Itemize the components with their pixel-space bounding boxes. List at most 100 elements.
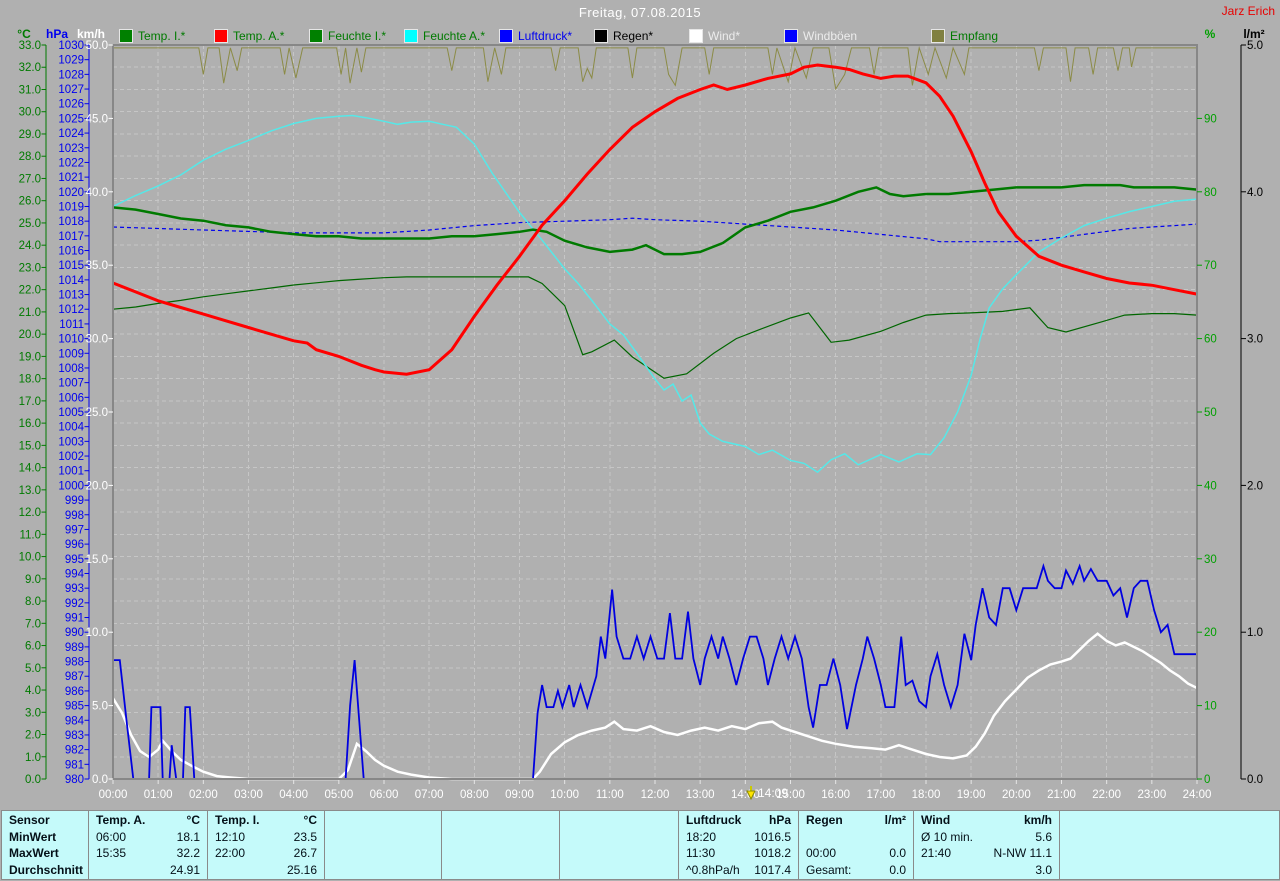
col-unit: l/m² <box>884 813 906 828</box>
axis-title-hpa: hPa <box>46 27 68 41</box>
axis-title-temp_c: °C <box>17 27 31 41</box>
axis-tick-label: 90 <box>1204 113 1217 125</box>
axis-tick-label: 17.0 <box>19 396 41 408</box>
cell-value: 0.0 <box>889 846 906 861</box>
axis-tick-label: 1006 <box>58 392 84 404</box>
axis-tick-label: 5.0 <box>25 663 41 675</box>
axis-tick-label: 1.0 <box>1247 627 1263 639</box>
axis-tick-label: 11.0 <box>19 529 41 541</box>
axis-tick-label: 1026 <box>58 99 84 111</box>
axis-tick-label: 993 <box>65 583 84 595</box>
cell-value: 25.16 <box>286 862 317 877</box>
axis-tick-label: 1013 <box>58 290 84 302</box>
axis-tick-label: 30.0 <box>86 334 108 346</box>
axis-tick-label: 3.0 <box>1247 334 1263 346</box>
cell-value: 24.91 <box>169 862 200 877</box>
axis-tick-label: 1030 <box>58 40 84 52</box>
axis-title-kmh: km/h <box>77 27 105 41</box>
axis-tick-label: 15.0 <box>19 440 41 452</box>
axis-tick-label: 23.0 <box>19 262 41 274</box>
axis-tick-label: 998 <box>65 510 84 522</box>
axis-tick-label: 988 <box>65 657 84 669</box>
table-col-row-labels: Sensor MinWert MaxWert Durchschnitt <box>2 811 89 879</box>
cell-label: ^0.8hPa/h <box>686 862 740 877</box>
axis-tick-label: 45.0 <box>86 113 108 125</box>
axis-tick-label: 1012 <box>58 304 84 316</box>
cell-label: Ø 10 min. <box>921 829 974 844</box>
table-col-regen: Regen l/m² 00:00 0.0 Gesamt: 0.0 <box>799 811 914 879</box>
x-tick-label: 22:00 <box>1092 789 1121 801</box>
axis-tick-label: 1000 <box>58 480 84 492</box>
axis-tick-label: 987 <box>65 671 84 683</box>
col-unit: km/h <box>1023 813 1052 828</box>
table-row-label: MaxWert <box>9 846 59 861</box>
axis-tick-label: 990 <box>65 627 84 639</box>
axis-title-pct: % <box>1205 27 1216 41</box>
axis-tick-label: 4.0 <box>1247 187 1263 199</box>
axis-tick-label: 10.0 <box>19 552 41 564</box>
table-col-empty-1 <box>325 811 442 879</box>
axis-tick-label: 4.0 <box>25 685 41 697</box>
axis-tick-label: 1004 <box>58 422 84 434</box>
axis-tick-label: 986 <box>65 686 84 698</box>
axis-tick-label: 2.0 <box>25 730 41 742</box>
axis-tick-label: 13.0 <box>19 485 41 497</box>
x-tick-label: 17:00 <box>866 789 895 801</box>
axis-tick-label: 70 <box>1204 260 1217 272</box>
axis-tick-label: 5.0 <box>92 701 108 713</box>
axis-tick-label: 40 <box>1204 480 1217 492</box>
axis-tick-label: 60 <box>1204 334 1217 346</box>
weather-day-chart: 0.0 1.0 2.0 3.0 4.0 5.0 6.0 7.0 8.0 9.0 10.0 11.0 12… <box>17 27 1264 801</box>
x-tick-label: 02:00 <box>189 789 218 801</box>
axis-tick-label: 994 <box>65 568 85 580</box>
x-tick-label: 24:00 <box>1183 789 1212 801</box>
axis-tick-label: 999 <box>65 495 84 507</box>
col-header: Temp. I. <box>215 813 260 828</box>
cursor-time-label: 14:09 <box>758 786 789 800</box>
table-col-empty-2 <box>442 811 560 879</box>
cell-label: 12:10 <box>215 829 246 844</box>
axis-tick-label: 1019 <box>58 201 84 213</box>
time-cursor-marker[interactable]: 14:09 <box>746 786 788 800</box>
axis-tick-label: 50 <box>1204 407 1217 419</box>
col-header: Temp. A. <box>96 813 146 828</box>
axis-tick-label: 26.0 <box>19 196 41 208</box>
table-col-empty-4 <box>1060 811 1280 879</box>
axis-tick-label: 28.0 <box>19 151 41 163</box>
axis-tick-label: 18.0 <box>19 374 41 386</box>
axis-tick-label: 1005 <box>58 407 84 419</box>
axis-tick-label: 1007 <box>58 378 84 390</box>
col-header: Regen <box>806 813 843 828</box>
col-unit: °C <box>186 813 200 828</box>
axis-tick-label: 1001 <box>58 466 84 478</box>
x-tick-label: 23:00 <box>1137 789 1166 801</box>
cell-label: 06:00 <box>96 829 127 844</box>
axis-tick-label: 29.0 <box>19 129 41 141</box>
axis-tick-label: 997 <box>65 524 84 536</box>
cell-value: 3.0 <box>1035 862 1052 877</box>
axis-tick-label: 1022 <box>58 157 84 169</box>
axis-tick-label: 30.0 <box>19 107 41 119</box>
axis-tick-label: 0.0 <box>25 774 41 786</box>
x-tick-label: 05:00 <box>324 789 353 801</box>
axis-tick-label: 1.0 <box>25 752 41 764</box>
axis-tick-label: 980 <box>65 774 84 786</box>
table-col-temp-i: Temp. I. °C 12:10 23.5 22:00 26.7 25.16 <box>208 811 325 879</box>
axis-tick-label: 7.0 <box>25 618 41 630</box>
axis-tick-label: 996 <box>65 539 84 551</box>
x-tick-label: 04:00 <box>279 789 308 801</box>
axis-tick-label: 1008 <box>58 363 84 375</box>
x-tick-label: 06:00 <box>370 789 399 801</box>
cell-label: 00:00 <box>806 846 837 861</box>
axis-tick-label: 22.0 <box>19 285 41 297</box>
axis-tick-label: 27.0 <box>19 173 41 185</box>
axis-tick-label: 989 <box>65 642 84 654</box>
axis-tick-label: 1009 <box>58 348 84 360</box>
axis-tick-label: 10 <box>1204 701 1217 713</box>
x-tick-label: 09:00 <box>505 789 534 801</box>
cell-value: 5.6 <box>1035 829 1052 844</box>
axis-tick-label: 25.0 <box>86 407 108 419</box>
axis-tick-label: 5.0 <box>1247 40 1263 52</box>
axis-tick-label: 8.0 <box>25 596 41 608</box>
axis-tick-label: 30 <box>1204 554 1217 566</box>
